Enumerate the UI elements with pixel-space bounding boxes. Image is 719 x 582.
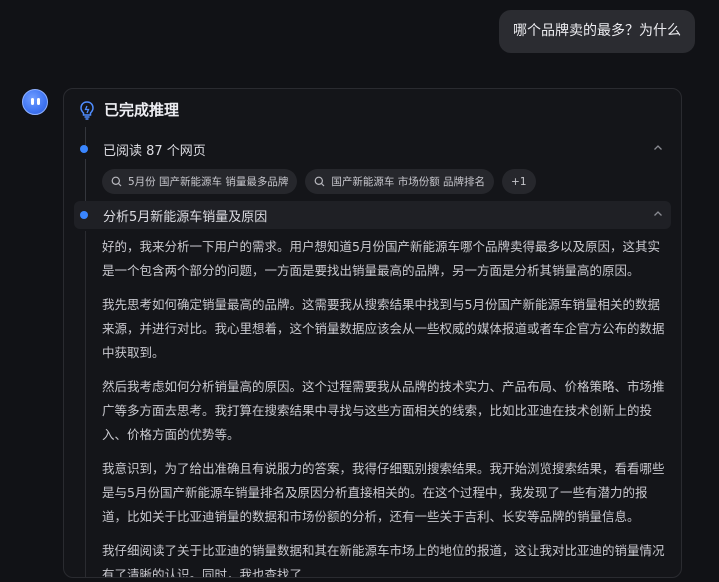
reasoning-title: 已完成推理 — [104, 101, 180, 119]
reasoning-panel: 已完成推理 已阅读 87 个网页 5月份 国产新能源车 销量最多品牌 国产新能源… — [63, 88, 682, 578]
step-label: 已阅读 87 个网页 — [103, 143, 206, 159]
search-icon — [314, 176, 325, 187]
user-message-bubble: 哪个品牌卖的最多？为什么 — [499, 10, 695, 53]
chip-label: +1 — [511, 175, 527, 188]
chip-label: 5月份 国产新能源车 销量最多品牌 — [128, 176, 289, 188]
reasoning-content: 好的，我来分析一下用户的需求。用户想知道5月份国产新能源车哪个品牌卖得最多以及原… — [102, 235, 670, 578]
step-label: 分析5月新能源车销量及原因 — [103, 209, 268, 225]
step-dot — [80, 145, 88, 153]
lightbulb-icon — [80, 100, 94, 120]
chevron-up-icon[interactable] — [653, 143, 663, 153]
search-icon — [111, 176, 122, 187]
reasoning-paragraph: 我意识到，为了给出准确且有说服力的答案，我得仔细甄别搜索结果。我开始浏览搜索结果… — [102, 461, 665, 524]
reasoning-paragraph: 我先思考如何确定销量最高的品牌。这需要我从搜索结果中找到与5月份国产新能源车销量… — [102, 297, 665, 360]
chip-label: 国产新能源车 市场份额 品牌排名 — [331, 176, 486, 188]
assistant-avatar — [22, 89, 48, 115]
reasoning-header[interactable]: 已完成推理 — [78, 99, 179, 120]
avatar-eye-left — [31, 98, 34, 105]
step-read-webpages[interactable]: 已阅读 87 个网页 — [74, 135, 671, 163]
search-chips: 5月份 国产新能源车 销量最多品牌 国产新能源车 市场份额 品牌排名 +1 — [102, 169, 536, 194]
step-analyze[interactable]: 分析5月新能源车销量及原因 — [74, 201, 671, 229]
reasoning-paragraph: 好的，我来分析一下用户的需求。用户想知道5月份国产新能源车哪个品牌卖得最多以及原… — [102, 239, 660, 278]
reasoning-paragraph: 然后我考虑如何分析销量高的原因。这个过程需要我从品牌的技术实力、产品布局、价格策… — [102, 379, 665, 442]
step-dot — [80, 211, 88, 219]
timeline-connector — [85, 231, 86, 577]
more-searches-chip[interactable]: +1 — [502, 169, 536, 194]
search-chip[interactable]: 5月份 国产新能源车 销量最多品牌 — [102, 169, 298, 194]
reasoning-paragraph: 我仔细阅读了关于比亚迪的销量数据和其在新能源车市场上的地位的报道，这让我对比亚迪… — [102, 543, 665, 578]
avatar-eye-right — [37, 98, 40, 105]
search-chip[interactable]: 国产新能源车 市场份额 品牌排名 — [305, 169, 495, 194]
chevron-up-icon[interactable] — [653, 209, 663, 219]
